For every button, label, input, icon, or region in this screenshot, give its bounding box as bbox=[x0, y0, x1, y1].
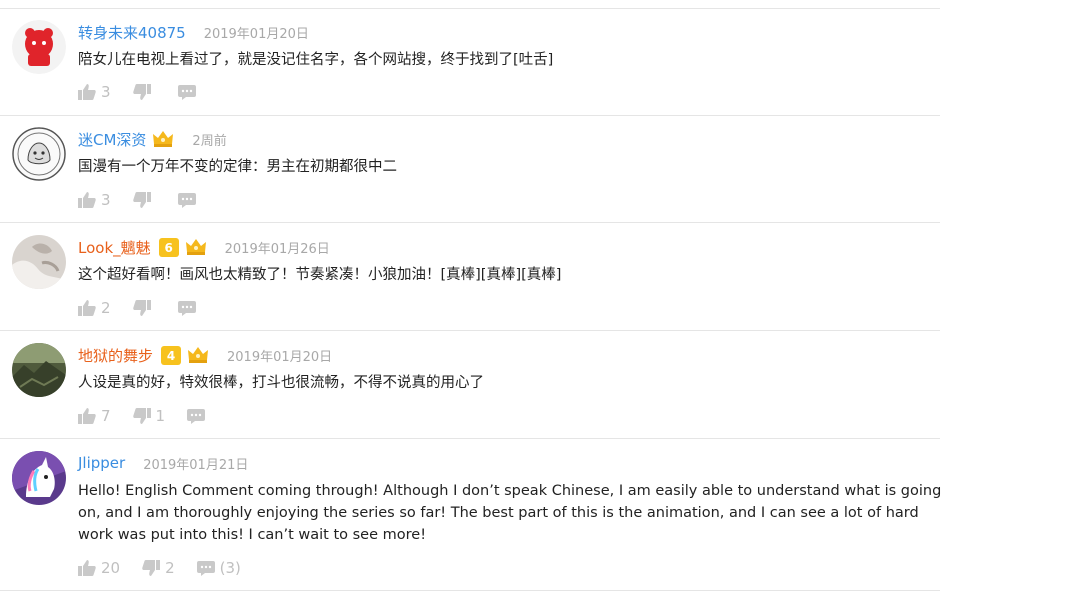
divider bbox=[0, 590, 940, 591]
thumbs-up-icon bbox=[78, 560, 96, 576]
comment-text: 人设是真的好，特效很棒，打斗也很流畅，不得不说真的用心了 bbox=[78, 375, 484, 391]
comment-icon bbox=[177, 192, 196, 208]
dislike-button[interactable] bbox=[132, 300, 156, 316]
thumbs-down-icon bbox=[132, 300, 151, 316]
like-count: 3 bbox=[101, 83, 111, 101]
thumbs-down-icon bbox=[132, 192, 151, 208]
comment-text: 这个超好看啊！画风也太精致了！节奏紧凑！小狼加油！[真棒][真棒][真棒] bbox=[78, 267, 562, 283]
crown-icon bbox=[153, 131, 174, 147]
comment-icon bbox=[177, 84, 196, 100]
comment-header: Look_魑魅 6 2019年01月26日 bbox=[78, 237, 330, 257]
comment-time: 2019年01月21日 bbox=[143, 457, 249, 473]
avatar[interactable] bbox=[12, 235, 66, 289]
reply-count: (3) bbox=[219, 559, 241, 577]
thumbs-down-icon bbox=[132, 408, 151, 424]
comment-actions: 2 bbox=[78, 298, 223, 318]
level-badge: 6 bbox=[158, 237, 179, 257]
comment-actions: 7 1 bbox=[78, 406, 232, 426]
dislike-button[interactable]: 1 bbox=[132, 407, 166, 425]
thumbs-up-icon bbox=[78, 408, 96, 424]
dislike-count: 1 bbox=[155, 407, 166, 425]
like-count: 7 bbox=[101, 407, 111, 425]
username[interactable]: Jlipper bbox=[78, 454, 125, 472]
comment-text: Hello! English Comment coming through! A… bbox=[78, 483, 942, 543]
thumbs-down-icon bbox=[142, 560, 161, 576]
username[interactable]: 迷CM深资 bbox=[78, 129, 146, 150]
dislike-count: 2 bbox=[165, 559, 175, 577]
avatar[interactable] bbox=[12, 20, 66, 74]
divider bbox=[0, 8, 940, 9]
thumbs-up-icon bbox=[78, 84, 96, 100]
comment-header: 地狱的舞步 4 2019年01月20日 bbox=[78, 345, 332, 365]
like-count: 20 bbox=[101, 559, 121, 577]
thumbs-up-icon bbox=[78, 192, 96, 208]
crown-icon bbox=[188, 347, 209, 363]
comment-header: Jlipper 2019年01月21日 bbox=[78, 453, 248, 473]
divider bbox=[0, 222, 940, 223]
like-button[interactable]: 2 bbox=[78, 299, 111, 317]
comment-time: 2019年01月26日 bbox=[224, 241, 330, 257]
username[interactable]: 地狱的舞步 bbox=[78, 345, 153, 366]
divider bbox=[0, 330, 940, 331]
comment-text: 国漫有一个万年不变的定律：男主在初期都很中二 bbox=[78, 159, 397, 175]
comment-icon bbox=[196, 560, 215, 576]
comment-actions: 3 bbox=[78, 190, 223, 210]
reply-button[interactable] bbox=[177, 192, 201, 208]
thumbs-down-icon bbox=[132, 84, 151, 100]
comment-icon bbox=[187, 408, 206, 424]
dislike-button[interactable] bbox=[132, 192, 156, 208]
crown-icon bbox=[185, 239, 206, 255]
comment-icon bbox=[177, 300, 196, 316]
dislike-button[interactable]: 2 bbox=[142, 559, 175, 577]
comment-time: 2019年01月20日 bbox=[227, 349, 333, 365]
avatar[interactable] bbox=[12, 451, 66, 505]
like-button[interactable]: 3 bbox=[78, 191, 111, 209]
level-badge: 4 bbox=[161, 345, 182, 365]
comment-time: 2周前 bbox=[192, 133, 227, 149]
avatar[interactable] bbox=[12, 127, 66, 181]
comment-header: 迷CM深资 2周前 bbox=[78, 129, 227, 149]
like-button[interactable]: 7 bbox=[78, 407, 111, 425]
like-button[interactable]: 3 bbox=[78, 83, 111, 101]
like-button[interactable]: 20 bbox=[78, 559, 120, 577]
username[interactable]: 转身未来40875 bbox=[78, 22, 186, 43]
reply-button[interactable] bbox=[187, 408, 210, 424]
username[interactable]: Look_魑魅 bbox=[78, 237, 151, 258]
comment-text: 陪女儿在电视上看过了，就是没记住名字，各个网站搜，终于找到了[吐舌] bbox=[78, 52, 554, 68]
comment-header: 转身未来40875 2019年01月20日 bbox=[78, 22, 309, 42]
avatar[interactable] bbox=[12, 343, 66, 397]
dislike-button[interactable] bbox=[132, 84, 156, 100]
reply-button[interactable] bbox=[177, 84, 201, 100]
divider bbox=[0, 115, 940, 116]
comment-actions: 20 2 (3) bbox=[78, 558, 263, 578]
like-count: 3 bbox=[101, 191, 111, 209]
like-count: 2 bbox=[101, 299, 111, 317]
thumbs-up-icon bbox=[78, 300, 96, 316]
reply-button[interactable]: (3) bbox=[196, 559, 241, 577]
comment-actions: 3 bbox=[78, 82, 223, 102]
reply-button[interactable] bbox=[177, 300, 201, 316]
divider bbox=[0, 438, 940, 439]
comment-time: 2019年01月20日 bbox=[203, 26, 309, 42]
